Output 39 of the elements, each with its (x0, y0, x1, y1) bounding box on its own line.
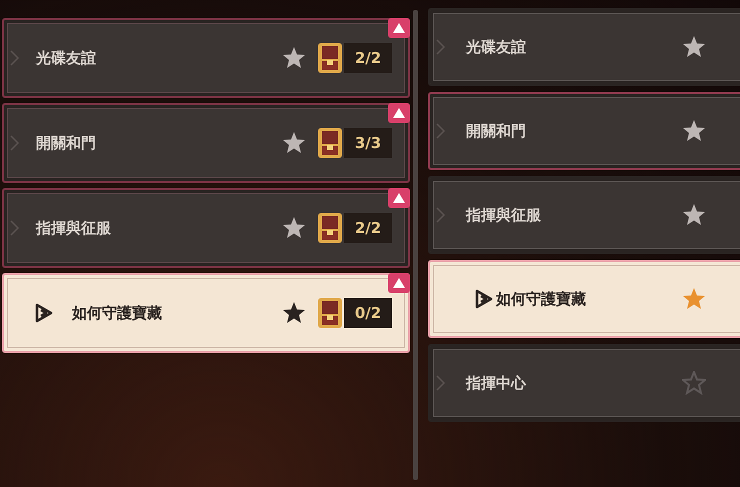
quest-title: 指揮與征服 (36, 218, 111, 239)
quest-title: 指揮中心 (466, 372, 526, 394)
play-icon (474, 288, 494, 310)
chest-count: 2/2 (344, 42, 392, 74)
chest-icon (316, 296, 344, 330)
up-arrow-icon (393, 193, 405, 203)
quest-row[interactable]: 指揮與征服 2/2 (2, 188, 410, 268)
quest-row[interactable]: 指揮與征服 (428, 176, 740, 254)
chest-icon (316, 41, 344, 75)
quest-title: 如何守護寶藏 (72, 302, 162, 324)
play-icon (10, 134, 20, 152)
play-icon (10, 49, 20, 67)
quest-title: 開關和門 (466, 120, 526, 142)
quest-row[interactable]: 開關和門 3/3 (2, 103, 410, 183)
up-arrow-icon (393, 108, 405, 118)
play-icon (436, 374, 446, 392)
play-icon (34, 302, 54, 324)
quest-title: 如何守護寶藏 (496, 288, 586, 310)
quest-row[interactable]: 如何守護寶藏 (428, 260, 740, 338)
up-arrow-icon (393, 278, 405, 288)
quest-title: 光碟友誼 (466, 36, 526, 58)
play-icon (436, 206, 446, 224)
quest-row[interactable]: 開關和門 (428, 92, 740, 170)
quest-title: 光碟友誼 (36, 48, 96, 69)
chest-count: 0/2 (344, 298, 392, 328)
chest-count: 3/3 (344, 128, 392, 158)
play-icon (10, 219, 20, 237)
chest-icon (316, 126, 344, 160)
play-icon (436, 122, 446, 140)
chest-icon (316, 211, 344, 245)
quest-row[interactable]: 光碟友誼 (428, 8, 740, 86)
quest-title: 指揮與征服 (466, 204, 541, 226)
quest-title: 開關和門 (36, 132, 96, 154)
play-icon (436, 38, 446, 56)
chest-count: 2/2 (344, 212, 392, 244)
quest-row[interactable]: 如何守護寶藏 0/2 (2, 273, 410, 353)
quest-row[interactable]: 指揮中心 (428, 344, 740, 422)
quest-row[interactable]: 光碟友誼 2/2 (2, 18, 410, 98)
up-arrow-icon (393, 23, 405, 33)
